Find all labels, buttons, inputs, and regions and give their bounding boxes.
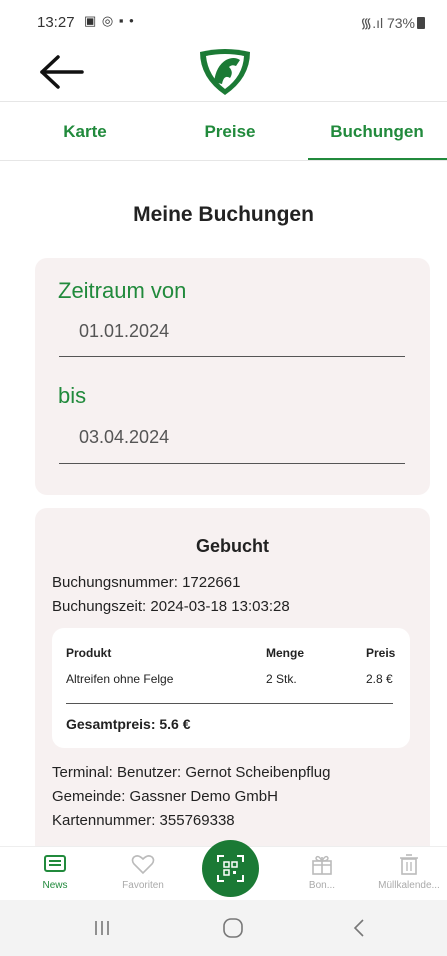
tab-bar: Karte Preise Buchungen: [0, 102, 447, 161]
recent-apps-icon[interactable]: [82, 912, 122, 944]
trash-icon: [400, 854, 418, 875]
nav-news-label: News: [42, 880, 68, 891]
tabs-divider: [0, 160, 447, 161]
booking-number: Buchungsnummer: 1722661: [52, 574, 241, 591]
status-right: ᯾.ıl 73%: [360, 14, 425, 33]
table-divider: [66, 703, 393, 704]
tab-preise[interactable]: Preise: [175, 102, 285, 160]
cell-quantity: 2 Stk.: [266, 672, 297, 686]
notification-icons: ▣ ◎ ▪ •: [84, 13, 135, 28]
total-price: Gesamtpreis: 5.6 €: [66, 716, 191, 732]
nav-bon-label: Bon...: [308, 880, 336, 891]
scan-button[interactable]: [202, 840, 259, 897]
qr-scan-icon: [217, 855, 244, 882]
header-product: Produkt: [66, 646, 112, 660]
nav-news[interactable]: News: [15, 847, 95, 901]
header-quantity: Menge: [266, 646, 305, 660]
booking-card: Gebucht Buchungsnummer: 1722661 Buchungs…: [35, 508, 430, 846]
product-table: Produkt Menge Preis Altreifen ohne Felge…: [52, 628, 410, 748]
terminal-info: Terminal: Benutzer: Gernot Scheibenpflug: [52, 764, 331, 781]
from-date-underline: [59, 356, 405, 357]
nav-muellkalender-label: Müllkalende...: [378, 880, 440, 891]
status-time: 13:27: [37, 14, 75, 31]
card-number-info: Kartennummer: 355769338: [52, 812, 235, 829]
arrow-left-icon[interactable]: [36, 52, 86, 92]
date-filter-card: Zeitraum von 01.01.2024 bis 03.04.2024: [35, 258, 430, 495]
to-date-underline: [59, 463, 405, 464]
news-icon: [44, 855, 66, 872]
municipality-info: Gemeinde: Gassner Demo GmbH: [52, 788, 278, 805]
nav-muellkalender[interactable]: Müllkalende...: [369, 847, 447, 901]
system-navigation-bar: [0, 900, 447, 956]
home-icon[interactable]: [213, 912, 253, 944]
booking-time: Buchungszeit: 2024-03-18 13:03:28: [52, 598, 290, 615]
header-price: Preis: [366, 646, 396, 660]
cell-price: 2.8 €: [366, 672, 393, 686]
app-logo: [196, 48, 254, 98]
from-date-field[interactable]: 01.01.2024: [79, 321, 169, 342]
to-date-field[interactable]: 03.04.2024: [79, 427, 169, 448]
booking-status-title: Gebucht: [195, 536, 269, 556]
gift-icon: [312, 855, 332, 875]
cell-product: Altreifen ohne Felge: [66, 672, 174, 686]
signal-battery-text: ᯾.ıl 73%: [360, 15, 415, 31]
nav-favoriten[interactable]: Favoriten: [103, 847, 183, 901]
back-nav-icon[interactable]: [340, 912, 380, 944]
from-label: Zeitraum von: [58, 278, 187, 303]
page-title: Meine Buchungen: [133, 203, 314, 226]
heart-icon: [131, 855, 155, 875]
top-bar: [0, 40, 447, 102]
nav-bon[interactable]: Bon...: [282, 847, 362, 901]
tab-karte[interactable]: Karte: [30, 102, 140, 160]
battery-icon: [417, 17, 425, 29]
status-bar: 13:27 ▣ ◎ ▪ • ᯾.ıl 73%: [0, 0, 447, 40]
to-label: bis: [58, 383, 87, 408]
nav-favoriten-label: Favoriten: [122, 880, 164, 891]
tab-buchungen[interactable]: Buchungen: [308, 102, 446, 160]
